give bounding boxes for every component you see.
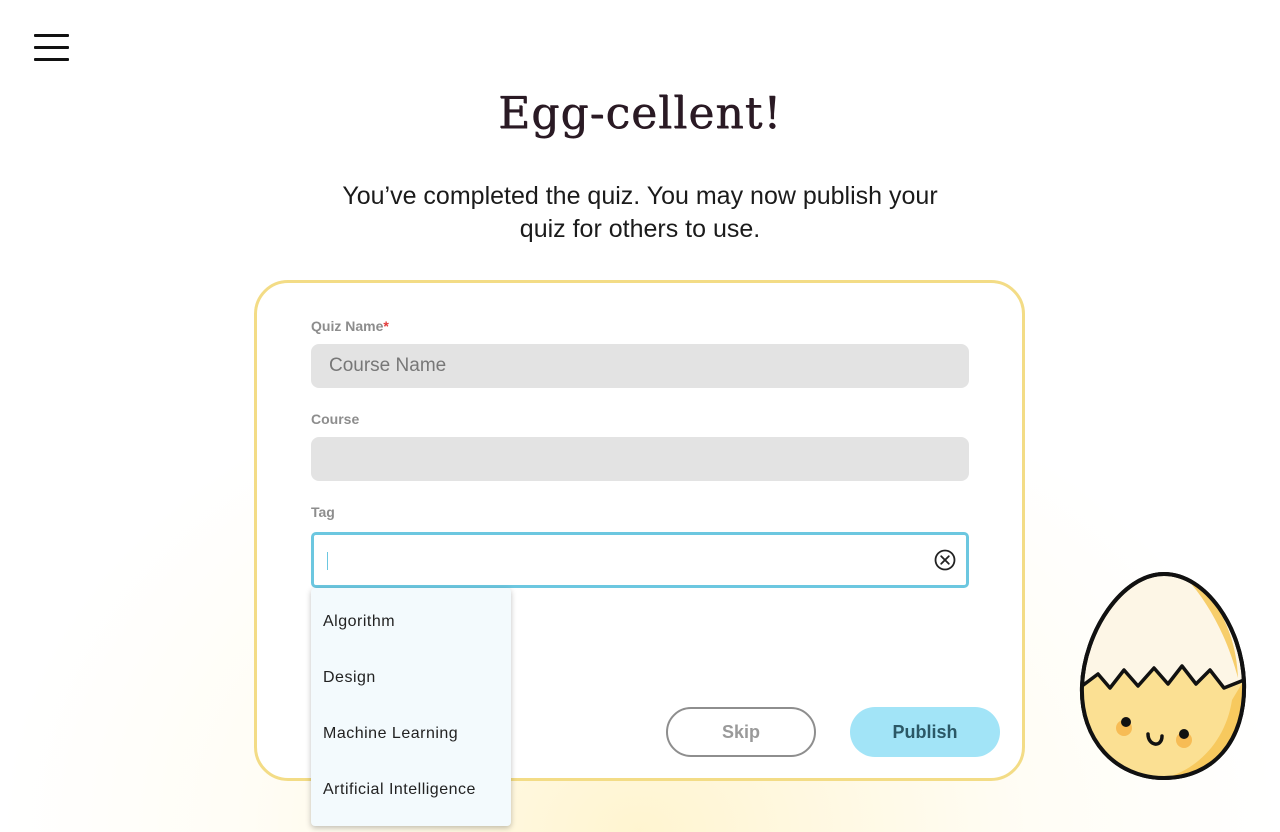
cracked-egg-mascot [1079, 571, 1247, 781]
publish-button[interactable]: Publish [850, 707, 1000, 757]
subtitle-line-2: quiz for others to use. [519, 215, 761, 243]
page-title: Egg-cellent! [498, 88, 782, 139]
menu-bar [34, 58, 69, 61]
text-cursor [327, 552, 328, 570]
tag-options-dropdown: Algorithm Design Machine Learning Artifi… [311, 588, 511, 826]
tag-option-algorithm[interactable]: Algorithm [311, 594, 511, 650]
page-subtitle: You’ve completed the quiz. You may now p… [340, 180, 940, 246]
quiz-name-label: Quiz Name* [311, 318, 389, 334]
tag-option-machine-learning[interactable]: Machine Learning [311, 706, 511, 762]
required-mark: * [383, 318, 389, 334]
tag-label: Tag [311, 504, 335, 520]
page: Egg-cellent! You’ve completed the quiz. … [0, 0, 1280, 832]
menu-bar [34, 46, 69, 49]
quiz-name-label-text: Quiz Name [311, 318, 384, 334]
menu-bar [34, 34, 69, 37]
tag-option-artificial-intelligence[interactable]: Artificial Intelligence [311, 762, 511, 818]
skip-button[interactable]: Skip [666, 707, 816, 757]
quiz-name-input[interactable] [311, 344, 969, 388]
course-label: Course [311, 411, 360, 427]
course-input[interactable] [311, 437, 969, 481]
hamburger-menu-icon[interactable] [34, 34, 69, 61]
subtitle-line-1: You’ve completed the quiz. You may now p… [342, 182, 938, 210]
clear-circle-x-icon[interactable] [934, 549, 956, 571]
tag-option-design[interactable]: Design [311, 650, 511, 706]
tag-input[interactable] [311, 532, 969, 588]
